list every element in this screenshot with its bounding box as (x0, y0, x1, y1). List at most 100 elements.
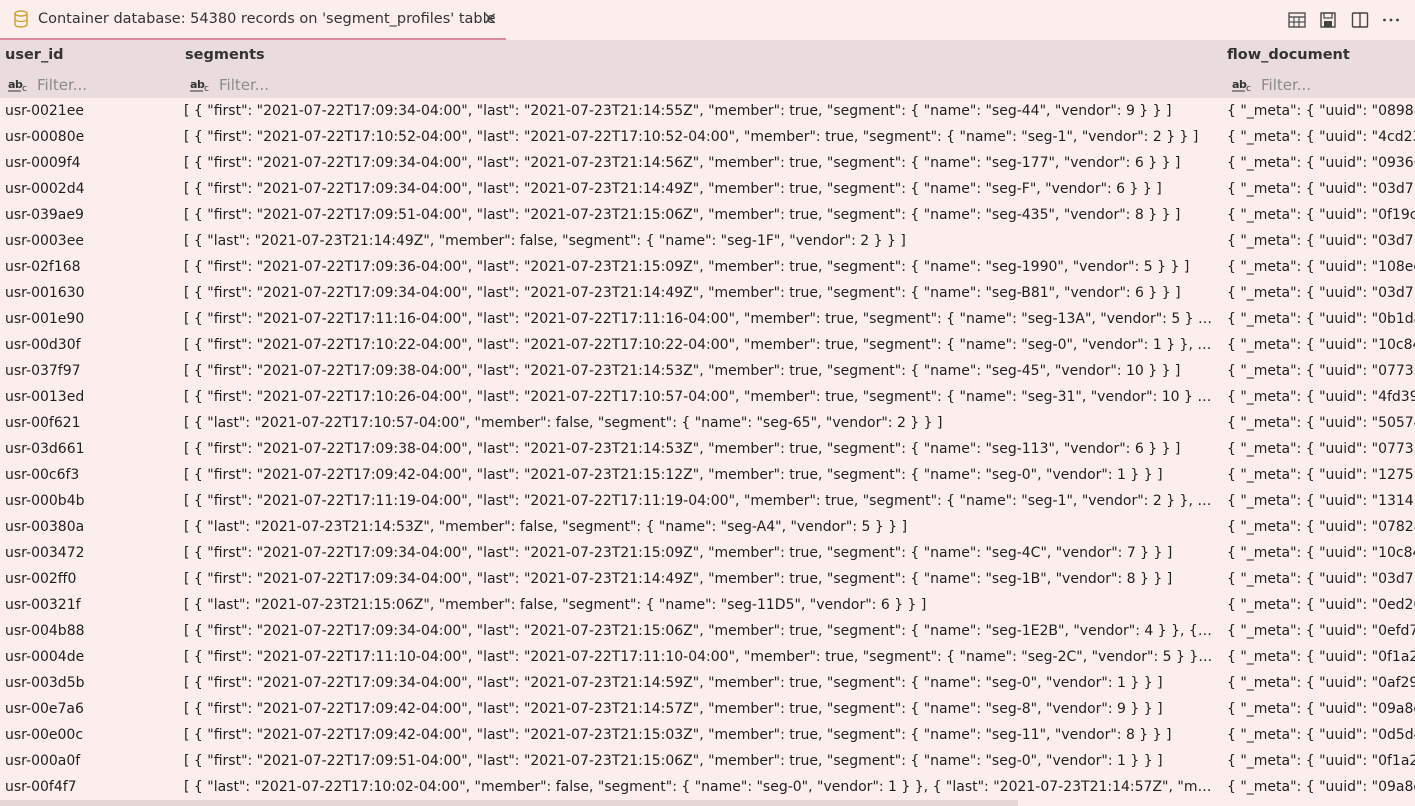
table-row[interactable]: usr-03d661 [ { "first": "2021-07-22T17:09… (0, 436, 1415, 462)
cell-user-id[interactable]: usr-037f97 (5, 358, 175, 384)
cell-user-id[interactable]: usr-02f168 (5, 254, 175, 280)
cell-flow-document[interactable]: { "_meta": { "uuid": "4cd23 (1227, 124, 1415, 150)
table-row[interactable]: usr-039ae9 [ { "first": "2021-07-22T17:09… (0, 202, 1415, 228)
cell-segments[interactable]: [ { "last": "2021-07-22T17:10:02-04:00",… (184, 774, 1213, 800)
editor-tab[interactable]: Container database: 54380 records on 'se… (0, 0, 506, 40)
cell-flow-document[interactable]: { "_meta": { "uuid": "0f19cf (1227, 202, 1415, 228)
cell-flow-document[interactable]: { "_meta": { "uuid": "1275b (1227, 462, 1415, 488)
table-row[interactable]: usr-037f97 [ { "first": "2021-07-22T17:09… (0, 358, 1415, 384)
cell-user-id[interactable]: usr-001630 (5, 280, 175, 306)
cell-segments[interactable]: [ { "first": "2021-07-22T17:09:51-04:00"… (184, 748, 1213, 774)
cell-flow-document[interactable]: { "_meta": { "uuid": "0d5d4 (1227, 722, 1415, 748)
cell-user-id[interactable]: usr-001e90 (5, 306, 175, 332)
cell-segments[interactable]: [ { "first": "2021-07-22T17:11:10-04:00"… (184, 644, 1213, 670)
cell-user-id[interactable]: usr-000b4b (5, 488, 175, 514)
cell-segments[interactable]: [ { "first": "2021-07-22T17:09:38-04:00"… (184, 358, 1213, 384)
table-row[interactable]: usr-0013ed [ { "first": "2021-07-22T17:10… (0, 384, 1415, 410)
table-row[interactable]: usr-0002d4 [ { "first": "2021-07-22T17:09… (0, 176, 1415, 202)
table-row[interactable]: usr-004b88 [ { "first": "2021-07-22T17:09… (0, 618, 1415, 644)
cell-segments[interactable]: [ { "first": "2021-07-22T17:09:34-04:00"… (184, 98, 1213, 124)
cell-flow-document[interactable]: { "_meta": { "uuid": "0f1a28 (1227, 644, 1415, 670)
cell-user-id[interactable]: usr-0021ee (5, 98, 175, 124)
cell-flow-document[interactable]: { "_meta": { "uuid": "03d7b (1227, 176, 1415, 202)
cell-flow-document[interactable]: { "_meta": { "uuid": "03d7b (1227, 280, 1415, 306)
table-row[interactable]: usr-003472 [ { "first": "2021-07-22T17:09… (0, 540, 1415, 566)
cell-flow-document[interactable]: { "_meta": { "uuid": "07735 (1227, 436, 1415, 462)
table-row[interactable]: usr-00c6f3 [ { "first": "2021-07-22T17:09… (0, 462, 1415, 488)
cell-flow-document[interactable]: { "_meta": { "uuid": "4fd398 (1227, 384, 1415, 410)
table-row[interactable]: usr-0003ee [ { "last": "2021-07-23T21:14:… (0, 228, 1415, 254)
cell-segments[interactable]: [ { "first": "2021-07-22T17:09:42-04:00"… (184, 696, 1213, 722)
cell-user-id[interactable]: usr-00321f (5, 592, 175, 618)
cell-segments[interactable]: [ { "first": "2021-07-22T17:09:36-04:00"… (184, 254, 1213, 280)
cell-user-id[interactable]: usr-00f621 (5, 410, 175, 436)
table-row[interactable]: usr-00e7a6 [ { "first": "2021-07-22T17:09… (0, 696, 1415, 722)
cell-segments[interactable]: [ { "first": "2021-07-22T17:09:51-04:00"… (184, 202, 1213, 228)
cell-flow-document[interactable]: { "_meta": { "uuid": "10c84 (1227, 332, 1415, 358)
cell-user-id[interactable]: usr-004b88 (5, 618, 175, 644)
table-row[interactable]: usr-0004de [ { "first": "2021-07-22T17:11… (0, 644, 1415, 670)
cell-segments[interactable]: [ { "first": "2021-07-22T17:09:34-04:00"… (184, 618, 1213, 644)
table-row[interactable]: usr-00d30f [ { "first": "2021-07-22T17:10… (0, 332, 1415, 358)
cell-flow-document[interactable]: { "_meta": { "uuid": "0b1da (1227, 306, 1415, 332)
cell-user-id[interactable]: usr-00e00c (5, 722, 175, 748)
cell-flow-document[interactable]: { "_meta": { "uuid": "09a8d (1227, 774, 1415, 800)
cell-user-id[interactable]: usr-0004de (5, 644, 175, 670)
cell-flow-document[interactable]: { "_meta": { "uuid": "1314b (1227, 488, 1415, 514)
close-icon[interactable]: × (481, 9, 499, 29)
cell-segments[interactable]: [ { "first": "2021-07-22T17:09:42-04:00"… (184, 462, 1213, 488)
cell-flow-document[interactable]: { "_meta": { "uuid": "108ecl (1227, 254, 1415, 280)
cell-segments[interactable]: [ { "first": "2021-07-22T17:11:16-04:00"… (184, 306, 1213, 332)
cell-user-id[interactable]: usr-00f4f7 (5, 774, 175, 800)
cell-user-id[interactable]: usr-003d5b (5, 670, 175, 696)
table-row[interactable]: usr-00f4f7 [ { "last": "2021-07-22T17:10:… (0, 774, 1415, 800)
cell-segments[interactable]: [ { "first": "2021-07-22T17:09:34-04:00"… (184, 670, 1213, 696)
cell-segments[interactable]: [ { "first": "2021-07-22T17:09:34-04:00"… (184, 566, 1213, 592)
cell-user-id[interactable]: usr-00d30f (5, 332, 175, 358)
cell-segments[interactable]: [ { "first": "2021-07-22T17:09:34-04:00"… (184, 280, 1213, 306)
horizontal-scrollbar[interactable] (0, 800, 1018, 806)
cell-flow-document[interactable]: { "_meta": { "uuid": "03d7b (1227, 228, 1415, 254)
cell-flow-document[interactable]: { "_meta": { "uuid": "09366 (1227, 150, 1415, 176)
cell-user-id[interactable]: usr-00080e (5, 124, 175, 150)
table-row[interactable]: usr-00f621 [ { "last": "2021-07-22T17:10:… (0, 410, 1415, 436)
table-row[interactable]: usr-001e90 [ { "first": "2021-07-22T17:11… (0, 306, 1415, 332)
cell-flow-document[interactable]: { "_meta": { "uuid": "0efd78 (1227, 618, 1415, 644)
cell-flow-document[interactable]: { "_meta": { "uuid": "0af291 (1227, 670, 1415, 696)
cell-user-id[interactable]: usr-039ae9 (5, 202, 175, 228)
cell-flow-document[interactable]: { "_meta": { "uuid": "03d7b (1227, 566, 1415, 592)
cell-user-id[interactable]: usr-0002d4 (5, 176, 175, 202)
cell-segments[interactable]: [ { "first": "2021-07-22T17:11:19-04:00"… (184, 488, 1213, 514)
cell-segments[interactable]: [ { "last": "2021-07-23T21:14:53Z", "mem… (184, 514, 1213, 540)
table-row[interactable]: usr-000a0f [ { "first": "2021-07-22T17:09… (0, 748, 1415, 774)
cell-segments[interactable]: [ { "first": "2021-07-22T17:10:52-04:00"… (184, 124, 1213, 150)
filter-input-flow-document[interactable] (1261, 76, 1411, 94)
table-row[interactable]: usr-00380a [ { "last": "2021-07-23T21:14:… (0, 514, 1415, 540)
cell-segments[interactable]: [ { "first": "2021-07-22T17:09:34-04:00"… (184, 150, 1213, 176)
cell-user-id[interactable]: usr-003472 (5, 540, 175, 566)
cell-user-id[interactable]: usr-03d661 (5, 436, 175, 462)
cell-segments[interactable]: [ { "first": "2021-07-22T17:09:42-04:00"… (184, 722, 1213, 748)
column-header-flow-document[interactable]: flow_document (1227, 47, 1350, 63)
table-row[interactable]: usr-001630 [ { "first": "2021-07-22T17:09… (0, 280, 1415, 306)
cell-user-id[interactable]: usr-0009f4 (5, 150, 175, 176)
cell-user-id[interactable]: usr-00c6f3 (5, 462, 175, 488)
cell-segments[interactable]: [ { "last": "2021-07-23T21:14:49Z", "mem… (184, 228, 1213, 254)
cell-user-id[interactable]: usr-00380a (5, 514, 175, 540)
cell-segments[interactable]: [ { "first": "2021-07-22T17:09:34-04:00"… (184, 540, 1213, 566)
table-row[interactable]: usr-002ff0 [ { "first": "2021-07-22T17:09… (0, 566, 1415, 592)
split-editor-icon[interactable] (1350, 10, 1370, 30)
cell-flow-document[interactable]: { "_meta": { "uuid": "09a8d (1227, 696, 1415, 722)
table-row[interactable]: usr-00321f [ { "last": "2021-07-23T21:15:… (0, 592, 1415, 618)
filter-input-segments[interactable] (219, 76, 339, 94)
table-row[interactable]: usr-000b4b [ { "first": "2021-07-22T17:11… (0, 488, 1415, 514)
table-row[interactable]: usr-00e00c [ { "first": "2021-07-22T17:09… (0, 722, 1415, 748)
cell-user-id[interactable]: usr-0003ee (5, 228, 175, 254)
cell-segments[interactable]: [ { "first": "2021-07-22T17:10:22-04:00"… (184, 332, 1213, 358)
cell-user-id[interactable]: usr-002ff0 (5, 566, 175, 592)
cell-segments[interactable]: [ { "last": "2021-07-22T17:10:57-04:00",… (184, 410, 1213, 436)
cell-flow-document[interactable]: { "_meta": { "uuid": "07735 (1227, 358, 1415, 384)
more-actions-icon[interactable] (1381, 10, 1401, 30)
table-row[interactable]: usr-003d5b [ { "first": "2021-07-22T17:09… (0, 670, 1415, 696)
table-row[interactable]: usr-0009f4 [ { "first": "2021-07-22T17:09… (0, 150, 1415, 176)
